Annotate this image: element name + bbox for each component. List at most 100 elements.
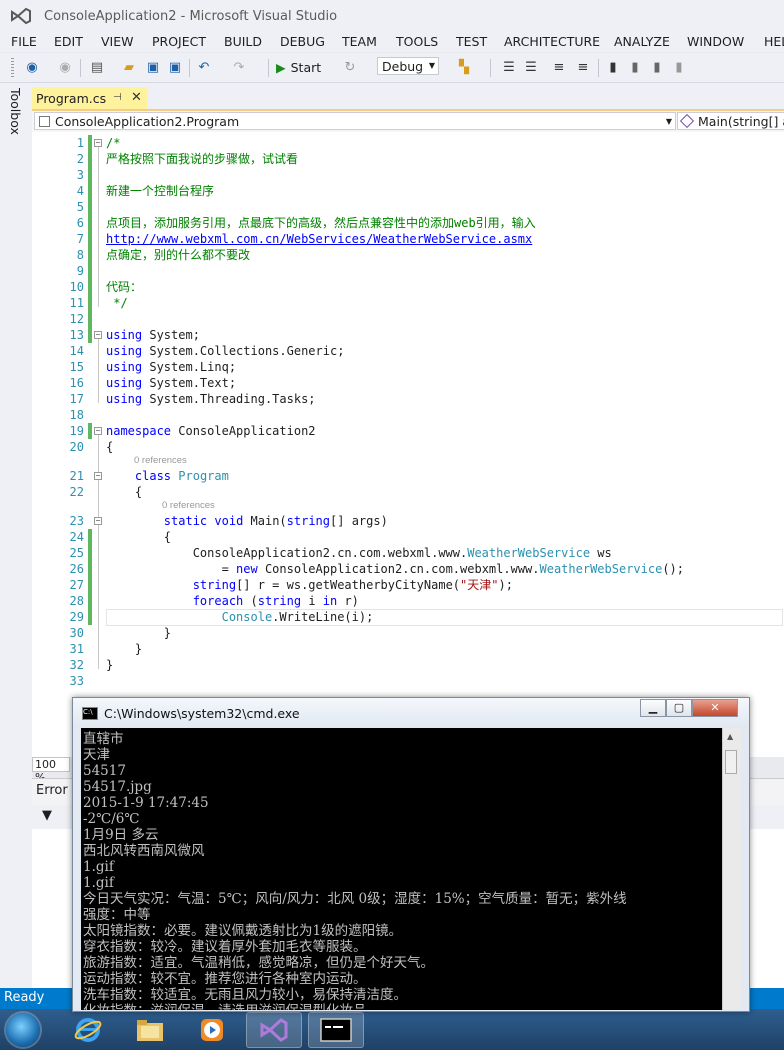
windows-start-button[interactable] xyxy=(6,1013,40,1047)
refresh-icon[interactable]: ↻ xyxy=(341,58,359,76)
menu-view[interactable]: VIEW xyxy=(101,34,134,49)
code-line[interactable]: 19 − namespace ConsoleApplication2 xyxy=(32,423,784,439)
bookmark-icon[interactable]: ▮ xyxy=(604,58,622,76)
menu-build[interactable]: BUILD xyxy=(224,34,262,49)
solution-configuration-select[interactable]: Debug ▼ xyxy=(377,57,439,75)
code-line[interactable]: 24 { xyxy=(32,529,784,545)
taskbar-command-prompt[interactable] xyxy=(308,1012,364,1048)
type-dropdown[interactable]: ConsoleApplication2.Program ▼ xyxy=(34,112,676,130)
next-bookmark-icon[interactable]: ▮ xyxy=(648,58,666,76)
taskbar-file-explorer[interactable] xyxy=(122,1012,178,1048)
code-line[interactable]: 15 using System.Linq; xyxy=(32,359,784,375)
code-line[interactable]: 33 xyxy=(32,673,784,689)
toolbox-tab[interactable]: Toolbox xyxy=(5,86,27,138)
filter-icon[interactable]: ▼ xyxy=(42,808,52,823)
navigate-back-icon[interactable]: ◉ xyxy=(23,58,41,76)
code-line[interactable]: 23 − static void Main(string[] args) xyxy=(32,513,784,529)
indent-icon[interactable]: ≡ xyxy=(550,58,568,76)
code-line[interactable]: 21 − class Program xyxy=(32,468,784,484)
collapse-icon[interactable]: − xyxy=(94,331,102,339)
code-line[interactable]: 2 严格按照下面我说的步骤做，试试看 xyxy=(32,151,784,167)
minimize-icon[interactable]: ▁ xyxy=(640,699,666,717)
collapse-icon[interactable]: − xyxy=(94,517,102,525)
console-output[interactable]: 直辖市 天津 54517 54517.jpg 2015-1-9 17:47:45 -2℃/… xyxy=(81,728,722,1010)
member-dropdown[interactable]: Main(string[] args) xyxy=(677,112,784,130)
cmd-title-bar[interactable]: C:\ C:\Windows\system32\cmd.exe ▁ ▢ ✕ xyxy=(73,698,749,728)
code-line[interactable]: 29 Console.WriteLine(i); xyxy=(32,609,784,626)
code-line[interactable]: 12 xyxy=(32,311,784,327)
scroll-thumb[interactable] xyxy=(725,750,737,774)
collapse-icon[interactable]: − xyxy=(94,472,102,480)
menu-architecture[interactable]: ARCHITECTURE xyxy=(504,34,600,49)
code-line[interactable]: 32} xyxy=(32,657,784,673)
previous-bookmark-icon[interactable]: ▮ xyxy=(626,58,644,76)
codelens-references[interactable]: 0 references xyxy=(162,500,215,511)
navigate-forward-icon[interactable]: ◉ xyxy=(56,58,74,76)
code-line[interactable]: 4 新建一个控制台程序 xyxy=(32,183,784,199)
zoom-level[interactable]: 100 % xyxy=(32,757,70,784)
menu-help[interactable]: HELP xyxy=(764,34,784,49)
code-editor[interactable]: 1−/* 2 严格按照下面我说的步骤做，试试看 3 4 新建一个控制台程序 5 6 点项目，添加… xyxy=(32,132,784,757)
menu-edit[interactable]: EDIT xyxy=(54,34,83,49)
undo-icon[interactable]: ↶ xyxy=(195,58,213,76)
tab-program-cs[interactable]: Program.cs ⊣ ✕ xyxy=(32,87,147,109)
code-line[interactable]: 13 − using System; xyxy=(32,327,784,343)
code-line[interactable]: 9 xyxy=(32,263,784,279)
menu-window[interactable]: WINDOW xyxy=(687,34,744,49)
code-line[interactable]: 17 using System.Threading.Tasks; xyxy=(32,391,784,407)
outdent-icon[interactable]: ≡ xyxy=(574,58,592,76)
close-tab-icon[interactable]: ✕ xyxy=(131,90,142,105)
redo-icon[interactable]: ↷ xyxy=(230,58,248,76)
code-line[interactable]: 5 xyxy=(32,199,784,215)
command-prompt-window[interactable]: C:\ C:\Windows\system32\cmd.exe ▁ ▢ ✕ 直辖… xyxy=(72,697,750,1012)
pin-icon[interactable]: ⊣ xyxy=(113,92,122,103)
menu-team[interactable]: TEAM xyxy=(342,34,377,49)
code-line[interactable]: 16 using System.Text; xyxy=(32,375,784,391)
find-in-files-icon[interactable]: ▚ xyxy=(455,58,473,76)
code-line[interactable]: 11 */ xyxy=(32,295,784,311)
code-line[interactable]: 10 代码： xyxy=(32,279,784,295)
code-line[interactable]: 7 http://www.webxml.com.cn/WebServices/We… xyxy=(32,231,784,247)
codelens-references[interactable]: 0 references xyxy=(134,455,187,466)
code-line[interactable]: 25 ConsoleApplication2.cn.com.webxml.www… xyxy=(32,545,784,561)
cmd-scrollbar[interactable]: ▲ xyxy=(722,728,741,1010)
save-icon[interactable]: ▣ xyxy=(144,58,162,76)
uncomment-icon[interactable]: ☰ xyxy=(522,58,540,76)
code-token[interactable]: http://www.webxml.com.cn/WebServices/Wea… xyxy=(106,232,532,246)
code-line[interactable]: 18 xyxy=(32,407,784,423)
code-line[interactable]: 22 { xyxy=(32,484,784,500)
code-line[interactable]: 20 { xyxy=(32,439,784,455)
menu-test[interactable]: TEST xyxy=(456,34,487,49)
code-line[interactable]: 26 = new ConsoleApplication2.cn.com.webx… xyxy=(32,561,784,577)
code-line[interactable]: 14 using System.Collections.Generic; xyxy=(32,343,784,359)
taskbar-visual-studio[interactable] xyxy=(246,1012,302,1048)
code-line[interactable]: 8 点确定，别的什么都不要改 xyxy=(32,247,784,263)
code-line[interactable]: 28 foreach (string i in r) xyxy=(32,593,784,609)
code-line[interactable]: 6 点项目，添加服务引用，点最底下的高级，然后点兼容性中的添加web引用，输入 xyxy=(32,215,784,231)
new-project-icon[interactable]: ▤ xyxy=(88,58,106,76)
code-line[interactable]: 3 xyxy=(32,167,784,183)
open-file-icon[interactable]: ▰ xyxy=(120,58,138,76)
toolbar-grip[interactable] xyxy=(11,58,14,78)
start-debugging-button[interactable]: ▶ Start xyxy=(276,60,321,75)
menu-tools[interactable]: TOOLS xyxy=(396,34,438,49)
code-line[interactable]: 30 } xyxy=(32,625,784,641)
comment-icon[interactable]: ☰ xyxy=(500,58,518,76)
collapse-icon[interactable]: − xyxy=(94,427,102,435)
collapse-icon[interactable]: − xyxy=(94,139,102,147)
scroll-up-icon[interactable]: ▲ xyxy=(727,732,733,741)
menu-debug[interactable]: DEBUG xyxy=(280,34,325,49)
error-list-tab[interactable]: Error xyxy=(36,783,68,798)
clear-bookmarks-icon[interactable]: ▮ xyxy=(670,58,688,76)
save-all-icon[interactable]: ▣ xyxy=(166,58,184,76)
code-line[interactable]: 31 } xyxy=(32,641,784,657)
taskbar-internet-explorer[interactable] xyxy=(60,1012,116,1048)
maximize-icon[interactable]: ▢ xyxy=(666,699,692,717)
taskbar-media-player[interactable] xyxy=(184,1012,240,1048)
close-window-icon[interactable]: ✕ xyxy=(692,699,738,717)
menu-project[interactable]: PROJECT xyxy=(152,34,206,49)
code-line[interactable]: 1 −/* xyxy=(32,135,784,151)
menu-file[interactable]: FILE xyxy=(11,34,37,49)
menu-analyze[interactable]: ANALYZE xyxy=(614,34,670,49)
code-line[interactable]: 27 string[] r = ws.getWeatherbyCityName(… xyxy=(32,577,784,593)
